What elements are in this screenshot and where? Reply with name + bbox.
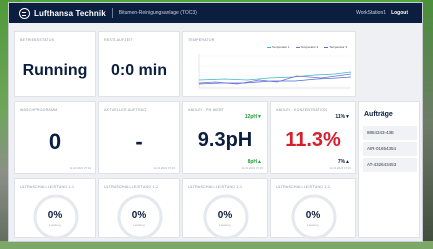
runtime-value: 0:0 min (110, 62, 167, 79)
current-order-value: - (135, 129, 143, 154)
wash-program-value: 0 (48, 129, 62, 154)
header-divider (111, 8, 113, 18)
temperature-label: TEMPERATUR (188, 38, 215, 42)
ultrasonic-value-2: 0% (131, 210, 147, 221)
concentration-value: 11.3% (285, 129, 341, 151)
runtime-card: RESTLAUFZEIT 0:0 min (98, 31, 180, 97)
ultrasonic-card-1: ULTRASCHALLLEISTUNG 1-1 0% Leistung (14, 178, 96, 240)
ultrasonic-sub-3: Leistung (219, 223, 231, 227)
ultrasonic-value-1: 0% (47, 210, 63, 221)
top-bar: Lufthansa Technik Bitumen-Reinigungsanla… (9, 3, 422, 23)
ultrasonic-sub-4: Leistung (307, 223, 319, 227)
user-name: WorkStation1 (356, 10, 386, 16)
dashboard-screen: Lufthansa Technik Bitumen-Reinigungsanla… (8, 2, 423, 242)
ph-lower-limit: 8pH▲ (247, 159, 262, 165)
concentration-card: ABGLEI - KONZENTRATION 11%▼ 11.3% 7%▲ 11… (270, 101, 356, 174)
concentration-label: ABGLEI - KONZENTRATION (276, 108, 328, 112)
crane-logo-icon (19, 7, 30, 19)
ultrasonic-sub-2: Leistung (133, 223, 145, 227)
ultrasonic-card-3: ULTRASCHALLLEISTUNG 2-1 0% Leistung (182, 178, 268, 240)
current-order-label: AKTUELLER AUFTRAG (104, 108, 147, 112)
ultrasonic-value-4: 0% (305, 210, 321, 221)
logout-button[interactable]: Logout (391, 10, 408, 16)
ultrasonic-card-2: ULTRASCHALLLEISTUNG 1-2 0% Leistung (98, 178, 180, 240)
legend-temp-3: Temperatur 3 (324, 45, 347, 49)
ph-value: 9.3pH (197, 129, 253, 151)
ph-upper-limit: 12pH▼ (244, 114, 262, 120)
ultrasonic-value-3: 0% (217, 210, 233, 221)
order-item-3[interactable]: AT-432643453 (363, 158, 417, 172)
order-item-1[interactable]: 8854343-43E (363, 126, 417, 140)
status-label: BETRIEBSSTATUS (20, 38, 55, 42)
legend-temp-2: Temperatur 2 (296, 45, 319, 49)
legend-temp-1: Temperatur 1 (267, 45, 290, 49)
orders-panel: Aufträge 8854343-43E AIR-01654354 AT-432… (358, 101, 420, 238)
wash-program-timestamp: 11.10.2021 07:43 (69, 166, 91, 170)
temperature-chart-card: TEMPERATUR Temperatur 1 Temperatur 2 Tem… (182, 31, 356, 97)
temperature-chart (198, 54, 352, 89)
concentration-lower-limit: 7%▲ (337, 159, 350, 165)
runtime-label: RESTLAUFZEIT (104, 38, 133, 42)
current-order-card: AKTUELLER AUFTRAG - 11.10.2021 07:43 (98, 101, 180, 174)
concentration-upper-limit: 11%▼ (335, 114, 350, 120)
ph-label: ABGLEI - PH-WERT (188, 108, 225, 112)
orders-title: Aufträge (364, 111, 393, 118)
ultrasonic-card-4: ULTRASCHALLLEISTUNG 2-2 0% Leistung (270, 178, 356, 240)
chart-legend: Temperatur 1 Temperatur 2 Temperatur 3 (267, 45, 347, 49)
ph-card: ABGLEI - PH-WERT 12pH▼ 9.3pH 8pH▲ 11.10.… (182, 101, 268, 174)
status-value: Running (22, 62, 88, 79)
ultrasonic-sub-1: Leistung (49, 223, 61, 227)
brand-name: Lufthansa Technik (34, 8, 106, 18)
ph-timestamp: 11.10.2021 07:43 (241, 166, 263, 170)
machine-name: Bitumen-Reinigungsanlage (TOC3) (118, 10, 197, 16)
wash-program-card: WASCHPROGRAMM 0 11.10.2021 07:43 (14, 101, 96, 174)
status-card: BETRIEBSSTATUS Running (14, 31, 96, 97)
concentration-timestamp: 11.10.2021 07:43 (329, 166, 351, 170)
current-order-timestamp: 11.10.2021 07:43 (153, 166, 175, 170)
brand-logo: Lufthansa Technik (19, 7, 106, 19)
order-item-2[interactable]: AIR-01654354 (363, 142, 417, 156)
wash-program-label: WASCHPROGRAMM (20, 108, 58, 112)
